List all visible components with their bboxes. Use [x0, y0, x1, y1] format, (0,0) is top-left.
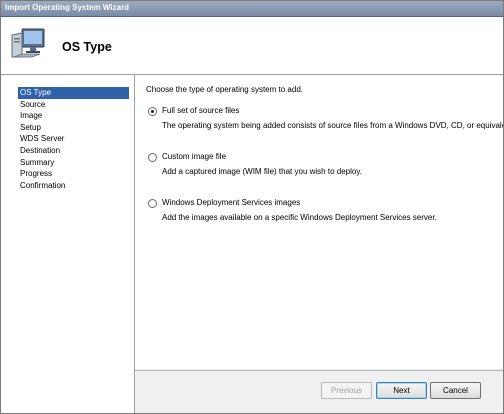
step-os-type[interactable]: OS Type — [18, 87, 129, 99]
steps-sidebar: OS Type Source Image Setup WDS Server De… — [1, 75, 135, 413]
computer-monitor-icon — [11, 28, 45, 58]
option-label[interactable]: Custom image file — [162, 152, 226, 161]
option-label[interactable]: Windows Deployment Services images — [162, 198, 300, 207]
step-confirmation[interactable]: Confirmation — [18, 180, 129, 192]
option-description: The operating system being added consist… — [162, 121, 504, 130]
step-summary[interactable]: Summary — [18, 157, 129, 169]
window-title: Import Operating System Wizard — [5, 3, 129, 12]
step-destination[interactable]: Destination — [18, 145, 129, 157]
radio-full-source[interactable] — [148, 107, 157, 116]
wizard-window: Import Operating System Wizard OS Type O… — [0, 0, 504, 414]
option-label[interactable]: Full set of source files — [162, 106, 239, 115]
option-description: Add a captured image (WIM file) that you… — [162, 167, 362, 176]
step-progress[interactable]: Progress — [18, 168, 129, 180]
wizard-header: OS Type — [1, 17, 503, 75]
steps-list: OS Type Source Image Setup WDS Server De… — [18, 87, 129, 191]
next-button[interactable]: Next — [376, 382, 427, 399]
previous-button[interactable]: Previous — [321, 382, 372, 399]
step-image[interactable]: Image — [18, 110, 129, 122]
intro-text: Choose the type of operating system to a… — [146, 85, 303, 94]
button-bar: Previous Next Cancel — [135, 370, 503, 413]
cancel-button[interactable]: Cancel — [430, 382, 481, 399]
radio-wds-images[interactable] — [148, 199, 157, 208]
radio-custom-image[interactable] — [148, 153, 157, 162]
step-setup[interactable]: Setup — [18, 122, 129, 134]
title-bar[interactable]: Import Operating System Wizard — [1, 1, 503, 17]
step-source[interactable]: Source — [18, 99, 129, 111]
page-title: OS Type — [62, 40, 112, 54]
option-description: Add the images available on a specific W… — [162, 213, 437, 222]
step-wds-server[interactable]: WDS Server — [18, 133, 129, 145]
content-panel: Choose the type of operating system to a… — [135, 75, 503, 369]
